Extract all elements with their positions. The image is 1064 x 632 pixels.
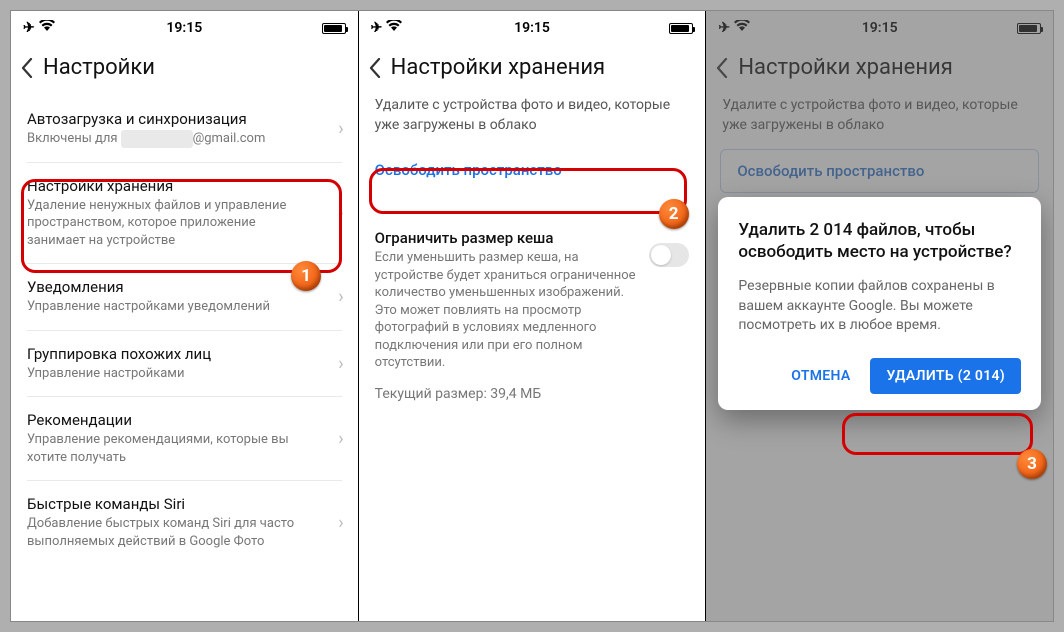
- row-subtitle: Управление рекомендациями, которые вы хо…: [27, 431, 342, 466]
- row-title: Рекомендации: [27, 411, 342, 429]
- row-storage-settings[interactable]: Настройки хранения Удаление ненужных фай…: [11, 163, 358, 264]
- status-time: 19:15: [514, 20, 550, 36]
- phone-screen-2: ✈ 19:15 Настройки хранения Удалите с уст…: [359, 11, 707, 621]
- row-siri[interactable]: Быстрые команды Siri Добавление быстрых …: [11, 481, 358, 564]
- wifi-icon: [39, 20, 55, 36]
- delete-button[interactable]: УДАЛИТЬ (2 014): [870, 358, 1021, 394]
- row-title: Автозагрузка и синхронизация: [27, 110, 342, 128]
- row-title: Быстрые команды Siri: [27, 495, 342, 513]
- chevron-right-icon: ›: [338, 202, 343, 223]
- dialog-body: Резервные копии файлов сохранены в вашем…: [738, 277, 1021, 336]
- settings-list: Автозагрузка и синхронизация Включены дл…: [11, 96, 358, 564]
- nav-header: Настройки хранения: [359, 45, 706, 96]
- free-up-space-button[interactable]: Освободить пространство: [359, 149, 706, 191]
- cancel-button[interactable]: ОТМЕНА: [785, 358, 856, 394]
- row-subtitle: Включены для xxxxxxxxxxb@gmail.com: [27, 130, 342, 148]
- row-title: Ограничить размер кеша: [375, 229, 640, 247]
- chevron-right-icon: ›: [338, 512, 343, 533]
- row-title: Настройки хранения: [27, 177, 342, 195]
- airplane-icon: ✈: [23, 20, 35, 36]
- phone-screen-1: ✈ 19:15 Настройки Автозагрузка и синхрон…: [11, 11, 359, 621]
- battery-icon: [669, 23, 693, 34]
- delete-confirm-dialog: Удалить 2 014 файлов, чтобы освободить м…: [718, 197, 1041, 410]
- back-icon[interactable]: [369, 58, 381, 78]
- status-bar: ✈ 19:15: [11, 11, 358, 45]
- back-icon[interactable]: [21, 58, 33, 78]
- help-text: Удалите с устройства фото и видео, котор…: [359, 96, 706, 149]
- redacted-email: xxxxxxxxxxb: [121, 130, 193, 148]
- row-cache-limit: Ограничить размер кеша Если уменьшить ра…: [359, 215, 706, 386]
- row-face-grouping[interactable]: Группировка похожих лиц Управление настр…: [11, 331, 358, 397]
- page-title: Настройки: [43, 55, 155, 80]
- row-subtitle: Управление настройками уведомлений: [27, 298, 342, 316]
- annotation-badge-3: 3: [1017, 449, 1047, 479]
- cache-size-text: Текущий размер: 39,4 МБ: [359, 386, 706, 402]
- row-subtitle: Удаление ненужных файлов и управление пр…: [27, 197, 342, 250]
- phone-screen-3: ✈ 19:15 Настройки хранения Удалите с уст…: [706, 11, 1053, 621]
- status-bar: ✈ 19:15: [359, 11, 706, 45]
- row-recommendations[interactable]: Рекомендации Управление рекомендациями, …: [11, 397, 358, 480]
- airplane-icon: ✈: [371, 20, 383, 36]
- row-subtitle: Добавление быстрых команд Siri для часто…: [27, 515, 342, 550]
- status-time: 19:15: [166, 20, 202, 36]
- chevron-right-icon: ›: [338, 118, 343, 139]
- row-subtitle: Управление настройками: [27, 365, 342, 383]
- row-title: Группировка похожих лиц: [27, 345, 342, 363]
- page-title: Настройки хранения: [391, 55, 605, 80]
- row-subtitle: Если уменьшить размер кеша, на устройств…: [375, 249, 640, 372]
- chevron-right-icon: ›: [338, 353, 343, 374]
- dialog-actions: ОТМЕНА УДАЛИТЬ (2 014): [738, 358, 1021, 394]
- nav-header: Настройки: [11, 45, 358, 96]
- wifi-icon: [386, 20, 402, 36]
- cache-toggle[interactable]: [649, 243, 689, 267]
- annotation-badge-2: 2: [659, 199, 689, 229]
- battery-icon: [322, 23, 346, 34]
- chevron-right-icon: ›: [338, 428, 343, 449]
- chevron-right-icon: ›: [338, 286, 343, 307]
- annotation-badge-1: 1: [291, 261, 321, 291]
- row-autoupload[interactable]: Автозагрузка и синхронизация Включены дл…: [11, 96, 358, 162]
- dialog-title: Удалить 2 014 файлов, чтобы освободить м…: [738, 219, 1021, 263]
